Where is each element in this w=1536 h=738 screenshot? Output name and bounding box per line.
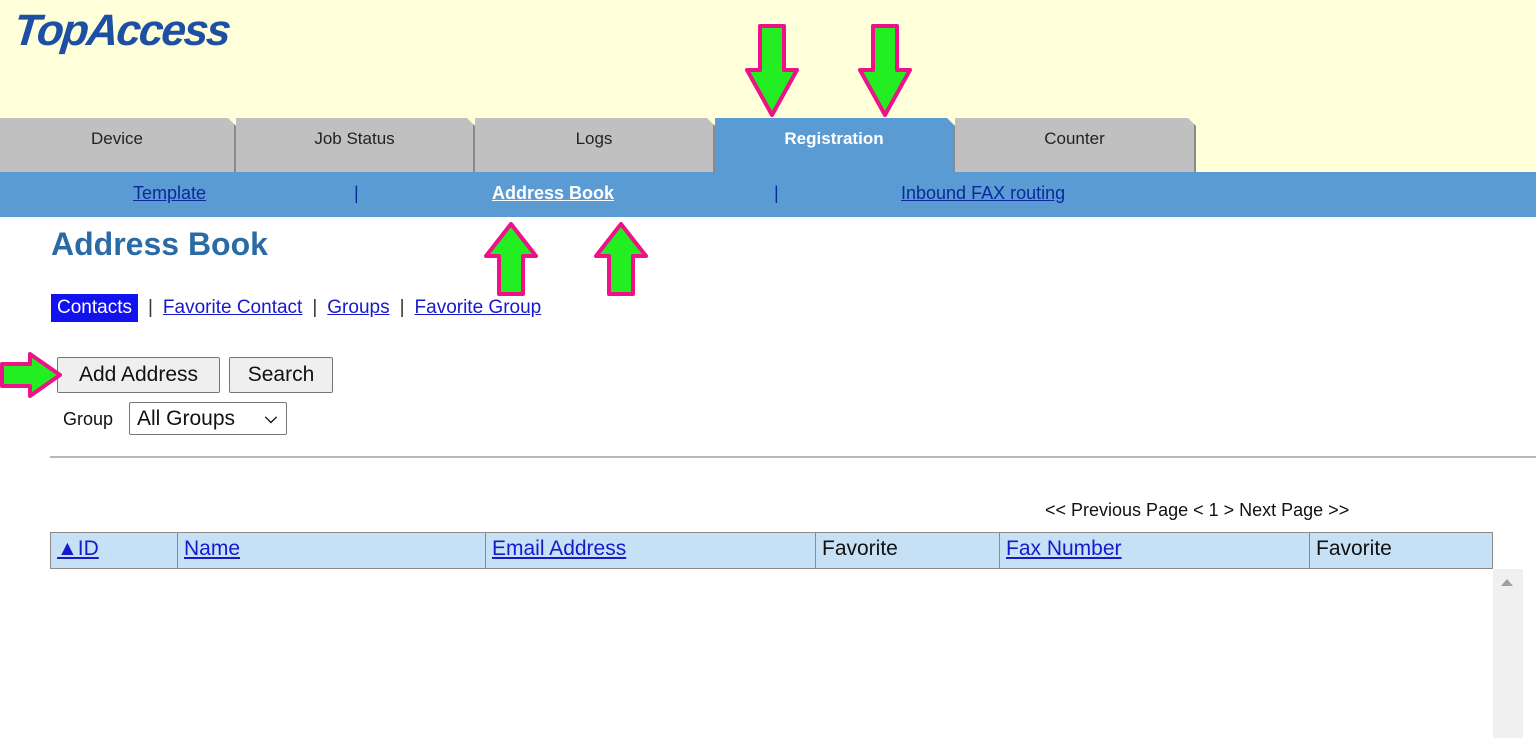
column-id[interactable]: ▲ID	[51, 533, 178, 568]
subnav-address-book[interactable]: Address Book	[492, 183, 614, 204]
group-filter-value: All Groups	[137, 407, 236, 430]
arrow-up-icon[interactable]	[1501, 579, 1513, 586]
address-book-view-links: Contacts | Favorite Contact | Groups | F…	[51, 292, 541, 323]
group-filter-select[interactable]: All Groups ⌵	[129, 402, 287, 435]
arrow-annotation-icon	[0, 352, 62, 398]
tab-registration[interactable]: Registration	[715, 118, 955, 172]
logo: TopAccess	[11, 6, 232, 55]
view-favorite-contact-link[interactable]: Favorite Contact	[163, 297, 302, 319]
view-groups-link[interactable]: Groups	[327, 297, 389, 319]
tab-device[interactable]: Device	[0, 118, 236, 172]
address-table-header: ▲ID Name Email Address Favorite Fax Numb…	[50, 532, 1493, 569]
arrow-annotation-icon	[484, 222, 538, 296]
column-email-address[interactable]: Email Address	[486, 533, 816, 568]
view-separator: |	[399, 296, 405, 318]
subnav-separator: |	[354, 183, 359, 203]
arrow-annotation-icon	[858, 24, 912, 117]
arrow-annotation-icon	[594, 222, 648, 296]
page-title: Address Book	[51, 226, 268, 262]
tab-job-status[interactable]: Job Status	[236, 118, 475, 172]
column-name[interactable]: Name	[178, 533, 486, 568]
subnav-inbound-fax-routing[interactable]: Inbound FAX routing	[901, 183, 1065, 204]
subnav-template[interactable]: Template	[133, 183, 206, 204]
view-separator: |	[312, 296, 318, 318]
column-favorite-email: Favorite	[816, 533, 1000, 568]
sub-navigation: Template | Address Book | Inbound FAX ro…	[0, 172, 1536, 217]
search-button[interactable]: Search	[229, 357, 333, 393]
column-email-sort-link[interactable]: Email Address	[492, 537, 626, 560]
tab-logs[interactable]: Logs	[475, 118, 715, 172]
column-favorite-fax: Favorite	[1316, 537, 1392, 560]
view-favorite-group-link[interactable]: Favorite Group	[415, 297, 542, 319]
add-address-button[interactable]: Add Address	[57, 357, 220, 393]
column-id-sort-link[interactable]: ▲ID	[57, 537, 99, 560]
column-name-sort-link[interactable]: Name	[184, 537, 240, 560]
tab-counter[interactable]: Counter	[955, 118, 1196, 172]
pagination[interactable]: << Previous Page < 1 > Next Page >>	[1045, 500, 1349, 521]
column-fax-sort-link[interactable]: Fax Number	[1006, 537, 1122, 560]
divider	[50, 456, 1536, 458]
view-separator: |	[147, 296, 153, 318]
column-fax-number[interactable]: Fax Number	[1000, 533, 1310, 568]
table-scrollbar[interactable]	[1493, 569, 1523, 738]
view-contacts-current[interactable]: Contacts	[51, 293, 138, 322]
arrow-annotation-icon	[745, 24, 799, 117]
subnav-separator: |	[774, 183, 779, 203]
chevron-down-icon: ⌵	[264, 410, 277, 427]
group-filter-label: Group	[63, 409, 114, 429]
